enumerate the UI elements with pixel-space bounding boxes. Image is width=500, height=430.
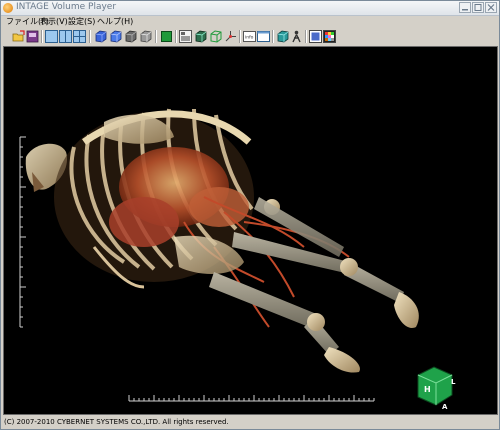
title-bar: INTAGE Volume Player — [1, 1, 499, 16]
color-palette-icon[interactable] — [323, 30, 336, 43]
menu-view[interactable]: 表示(V) — [40, 16, 68, 28]
close-icon — [487, 4, 495, 11]
toolbar-separator — [239, 30, 241, 43]
menu-settings[interactable]: 設定(S) — [68, 16, 95, 28]
volume-cube-blue-icon[interactable] — [94, 30, 107, 43]
minimize-icon — [462, 9, 468, 11]
volume-render-viewport[interactable]: H L A — [3, 46, 498, 415]
open-folder-icon[interactable] — [12, 30, 25, 43]
app-icon — [3, 3, 13, 13]
app-window: INTAGE Volume Player ファイル(F) 表示(V) 設定(S)… — [0, 0, 500, 430]
orientation-label-h: H — [424, 385, 431, 394]
menu-bar: ファイル(F) 表示(V) 設定(S) ヘルプ(H) — [1, 16, 499, 28]
minimize-button[interactable] — [459, 2, 471, 13]
horizontal-scale-ruler — [128, 395, 375, 402]
toolbar-separator — [89, 30, 91, 43]
vertical-scale-ruler — [19, 136, 26, 328]
orientation-label-a: A — [442, 403, 448, 411]
toolbar-separator — [305, 30, 307, 43]
teal-cube-icon[interactable] — [276, 30, 289, 43]
save-image-icon[interactable] — [26, 30, 39, 43]
window-preset-icon[interactable] — [309, 30, 322, 43]
anatomy-figure-icon[interactable] — [290, 30, 303, 43]
cube-wireframe-icon[interactable] — [194, 30, 207, 43]
cube-outline-green-icon[interactable] — [209, 30, 222, 43]
layout-two-pane-icon[interactable] — [59, 30, 72, 43]
green-square-icon[interactable] — [160, 30, 173, 43]
volume-cube-gray-icon[interactable] — [124, 30, 137, 43]
axis-arrows-icon[interactable] — [224, 30, 237, 43]
orientation-cube: H L A — [417, 366, 456, 411]
info-panel-icon[interactable]: info — [243, 30, 256, 43]
svg-text:info: info — [245, 35, 254, 41]
orientation-label-l: L — [451, 378, 456, 386]
status-bar: (C) 2007-2010 CYBERNET SYSTEMS CO.,LTD. … — [1, 416, 499, 430]
close-button[interactable] — [485, 2, 497, 13]
blank-panel-icon[interactable] — [257, 30, 270, 43]
toolbar-separator — [41, 30, 43, 43]
toolbar-separator — [155, 30, 157, 43]
maximize-button[interactable] — [472, 2, 484, 13]
volume-cube-gray-alt-icon[interactable] — [139, 30, 152, 43]
skeleton-render — [25, 108, 419, 373]
volume-cube-blue-alt-icon[interactable] — [109, 30, 122, 43]
mpr-view-icon[interactable] — [179, 30, 192, 43]
window-title: INTAGE Volume Player — [16, 2, 117, 12]
layout-single-icon[interactable] — [45, 30, 58, 43]
toolbar-separator — [272, 30, 274, 43]
copyright-text: (C) 2007-2010 CYBERNET SYSTEMS CO.,LTD. … — [4, 418, 229, 426]
volume-render-image: H L A — [19, 108, 456, 411]
menu-help[interactable]: ヘルプ(H) — [97, 16, 133, 28]
layout-four-pane-icon[interactable] — [73, 30, 86, 43]
toolbar-separator — [175, 30, 177, 43]
toolbar: info — [1, 28, 499, 45]
maximize-icon — [474, 4, 482, 11]
